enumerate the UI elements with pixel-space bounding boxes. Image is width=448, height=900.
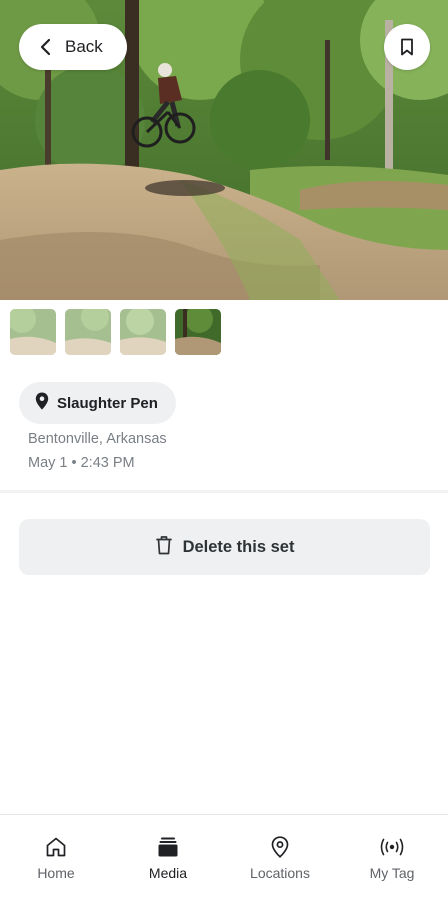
back-label: Back <box>65 37 103 56</box>
map-pin-icon <box>35 392 49 414</box>
nav-item-media[interactable]: Media <box>112 815 224 900</box>
section-divider <box>0 490 448 493</box>
nav-item-locations[interactable]: Locations <box>224 815 336 900</box>
thumbnail-strip <box>10 309 221 355</box>
location-chip[interactable]: Slaughter Pen <box>19 382 176 424</box>
bookmark-button[interactable] <box>384 24 430 70</box>
thumbnail-2[interactable] <box>65 309 111 355</box>
back-button[interactable]: Back <box>19 24 127 70</box>
location-name: Slaughter Pen <box>57 394 158 412</box>
nav-item-home[interactable]: Home <box>0 815 112 900</box>
nav-label-my-tag: My Tag <box>369 865 415 881</box>
chevron-left-icon <box>39 38 51 56</box>
media-detail-screen: Back Slaughter Pen Bentonville, Arkansas… <box>0 0 448 900</box>
nav-item-my-tag[interactable]: My Tag <box>336 815 448 900</box>
nav-label-home: Home <box>37 865 75 881</box>
delete-set-label: Delete this set <box>182 537 295 556</box>
delete-set-button[interactable]: Delete this set <box>19 519 430 575</box>
thumbnail-4[interactable] <box>175 309 221 355</box>
trash-icon <box>155 535 173 560</box>
thumbnail-1[interactable] <box>10 309 56 355</box>
media-stack-icon <box>157 835 179 859</box>
hero-photo[interactable]: Back <box>0 0 448 300</box>
nav-label-media: Media <box>148 865 188 881</box>
bottom-nav: Home Media Locations My Tag <box>0 814 448 900</box>
thumbnail-3[interactable] <box>120 309 166 355</box>
bookmark-icon <box>400 38 414 56</box>
location-pin-icon <box>271 835 289 859</box>
capture-datetime: May 1 • 2:43 PM <box>28 455 135 471</box>
home-icon <box>45 835 67 859</box>
broadcast-icon <box>379 835 405 859</box>
location-city: Bentonville, Arkansas <box>28 431 167 447</box>
nav-label-locations: Locations <box>250 865 310 881</box>
